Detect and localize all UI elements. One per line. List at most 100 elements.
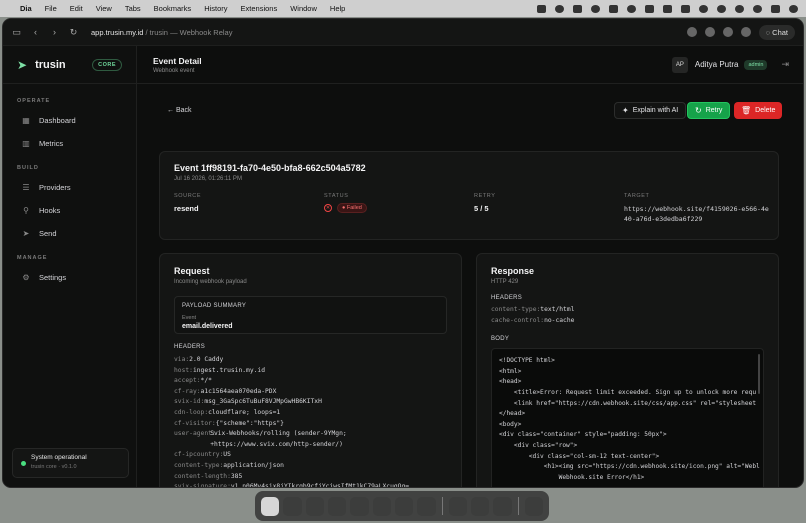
header-value: cloudflare; loops=1 bbox=[208, 408, 281, 416]
forward-arrow-icon[interactable]: › bbox=[49, 27, 60, 38]
sidebar-item-send[interactable]: ➤ Send bbox=[3, 222, 136, 245]
status-icon[interactable] bbox=[699, 4, 708, 13]
response-subtitle: HTTP 429 bbox=[491, 279, 519, 285]
sidebar-item-providers[interactable]: ☰ Providers bbox=[3, 176, 136, 199]
brand-name: trusin bbox=[35, 58, 66, 71]
dock-app[interactable] bbox=[350, 496, 369, 516]
logout-icon[interactable]: ⇥ bbox=[781, 59, 789, 70]
dock-app[interactable] bbox=[328, 496, 347, 516]
menu-window[interactable]: Window bbox=[290, 4, 317, 13]
payload-event-label: Event bbox=[182, 315, 197, 321]
sidebar-item-label: Providers bbox=[39, 183, 71, 192]
header-key: svix-signature: bbox=[174, 483, 231, 488]
header-key: content-length: bbox=[174, 472, 231, 480]
status-icon[interactable] bbox=[573, 4, 582, 13]
role-badge: admin bbox=[744, 59, 768, 70]
header-row: accept: */* bbox=[174, 376, 447, 387]
header-row: cache-control: no-cache bbox=[491, 316, 764, 327]
sidebar-item-label: Settings bbox=[39, 273, 67, 282]
user-name: Aditya Putra bbox=[694, 60, 739, 69]
header-value: {"scheme":"https"} bbox=[215, 419, 284, 427]
status-icon[interactable] bbox=[555, 4, 564, 13]
extension-icon[interactable] bbox=[686, 27, 697, 37]
sidebar-item-hooks[interactable]: ⚲ Hooks bbox=[3, 199, 136, 222]
dock-app[interactable] bbox=[283, 496, 302, 516]
scrollbar[interactable] bbox=[758, 354, 760, 395]
header-key: content-type: bbox=[174, 461, 224, 469]
request-subtitle: Incoming webhook payload bbox=[174, 279, 247, 285]
dock-app[interactable] bbox=[372, 496, 392, 516]
dock-trash-icon[interactable] bbox=[524, 496, 544, 516]
webhook-icon: ⚲ bbox=[23, 206, 29, 215]
sidebar-item-label: Hooks bbox=[39, 206, 61, 215]
sliders-icon: ☰ bbox=[22, 183, 30, 192]
payload-summary: PAYLOAD SUMMARY Event email.delivered bbox=[174, 296, 447, 334]
chat-button[interactable]: ◌ Chat bbox=[758, 24, 795, 40]
status-icon[interactable] bbox=[717, 4, 726, 13]
menu-view[interactable]: View bbox=[96, 4, 112, 13]
header-value: no-cache bbox=[544, 316, 575, 324]
core-badge: CORE bbox=[92, 58, 122, 71]
control-center-icon[interactable] bbox=[771, 4, 780, 13]
avatar[interactable]: AP bbox=[671, 56, 688, 73]
dock-app[interactable] bbox=[448, 496, 468, 516]
settings-icon[interactable] bbox=[740, 27, 751, 37]
dock-app-finder[interactable] bbox=[261, 496, 280, 516]
dock-app[interactable] bbox=[305, 496, 325, 516]
status-icon[interactable] bbox=[735, 4, 744, 13]
dock-app[interactable] bbox=[395, 496, 414, 516]
dock-app[interactable] bbox=[417, 496, 436, 516]
status-icon[interactable] bbox=[537, 4, 546, 13]
response-title: Response bbox=[491, 266, 535, 276]
source-value: resend bbox=[174, 204, 199, 213]
menu-bookmarks[interactable]: Bookmarks bbox=[154, 4, 192, 13]
back-arrow-icon[interactable]: ‹ bbox=[30, 27, 41, 38]
status-dot-icon bbox=[21, 461, 26, 466]
menu-app-name[interactable]: Dia bbox=[20, 4, 32, 13]
explain-label: Explain with AI bbox=[632, 107, 679, 114]
menu-tabs[interactable]: Tabs bbox=[125, 4, 141, 13]
explain-with-ai-button[interactable]: ✦ Explain with AI bbox=[614, 102, 687, 119]
system-version: trusin core · v0.1.0 bbox=[31, 464, 77, 470]
user-menu[interactable]: AP Aditya Putra admin ⇥ bbox=[671, 56, 789, 73]
chat-label: Chat bbox=[772, 27, 788, 37]
delete-button[interactable]: 🗑 Delete bbox=[734, 102, 783, 119]
menu-file[interactable]: File bbox=[45, 4, 57, 13]
reload-icon[interactable]: ↻ bbox=[68, 27, 79, 38]
response-body[interactable]: <!DOCTYPE html> <html> <head> <title>Err… bbox=[491, 348, 764, 487]
status-icon[interactable] bbox=[681, 4, 690, 13]
wifi-icon[interactable] bbox=[753, 4, 762, 13]
menu-history[interactable]: History bbox=[204, 4, 227, 13]
menu-help[interactable]: Help bbox=[330, 4, 345, 13]
menu-extensions[interactable]: Extensions bbox=[241, 4, 278, 13]
sidebar-item-settings[interactable]: ⚙ Settings bbox=[3, 266, 136, 289]
menu-edit[interactable]: Edit bbox=[70, 4, 83, 13]
paper-plane-icon: ➤ bbox=[17, 57, 28, 72]
retry-button[interactable]: ↻ Retry bbox=[687, 102, 731, 119]
status-icon[interactable] bbox=[609, 4, 618, 13]
status-icon[interactable] bbox=[591, 4, 600, 13]
dock-app[interactable] bbox=[471, 496, 490, 516]
address-bar[interactable]: app.trusin.my.id / trusin — Webhook Rela… bbox=[91, 28, 232, 37]
browser-toolbar: ▭ ‹ › ↻ app.trusin.my.id / trusin — Webh… bbox=[3, 19, 803, 46]
sidebar-item-metrics[interactable]: ▥ Metrics bbox=[3, 132, 136, 155]
extension-icon[interactable] bbox=[704, 27, 715, 37]
status-icon[interactable] bbox=[627, 4, 636, 13]
header-key: cf-ray: bbox=[174, 387, 201, 395]
back-link[interactable]: ← Back bbox=[167, 107, 192, 114]
header-value: v1,n06My4sjx8jYIkrqb9cfjYciwsIfMt1kC79aL… bbox=[230, 483, 410, 488]
header-key: cf-ipcountry: bbox=[174, 451, 224, 459]
dock-app[interactable] bbox=[493, 496, 512, 516]
source-label: SOURCE bbox=[174, 193, 202, 199]
sidebar-item-dashboard[interactable]: ▦ Dashboard bbox=[3, 109, 136, 132]
extension-icon[interactable] bbox=[722, 27, 733, 37]
sidebar-toggle-icon[interactable]: ▭ bbox=[11, 27, 22, 38]
siri-icon[interactable] bbox=[789, 4, 798, 13]
status-badge: ● Failed bbox=[337, 203, 367, 213]
arrow-left-icon: ← bbox=[167, 107, 174, 114]
response-headers-label: HEADERS bbox=[491, 295, 523, 301]
battery-icon[interactable] bbox=[663, 4, 672, 13]
header-key: svix-id: bbox=[174, 398, 205, 406]
status-icon[interactable] bbox=[645, 4, 654, 13]
header-row: cdn-loop: cloudflare; loops=1 bbox=[174, 408, 447, 419]
